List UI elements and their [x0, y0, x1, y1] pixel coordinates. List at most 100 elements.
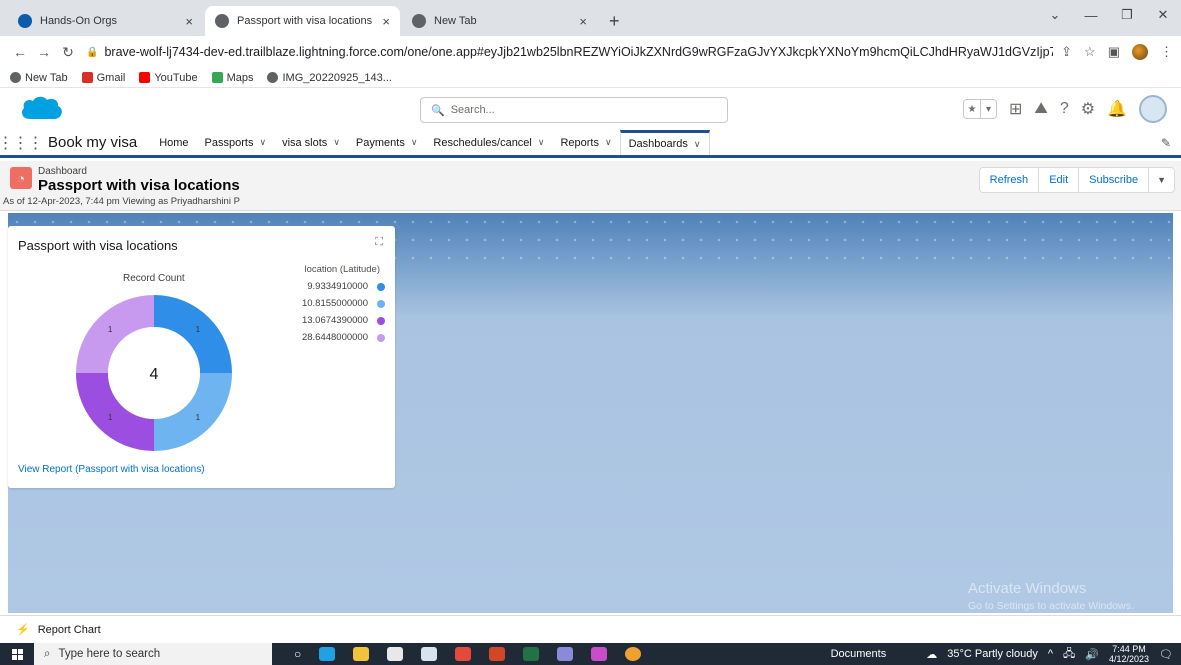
- excel-icon[interactable]: [523, 647, 540, 661]
- bookmark-star-icon[interactable]: ☆: [1084, 44, 1096, 60]
- notifications-bell-icon[interactable]: 🔔: [1107, 99, 1127, 119]
- documents-toolbar[interactable]: Documents: [831, 648, 887, 660]
- slice-value-label: 1: [108, 325, 113, 334]
- lightning-bolt-icon: ⚡: [16, 624, 30, 636]
- tray-chevron-icon[interactable]: ^: [1048, 648, 1053, 660]
- nav-item-home[interactable]: Home: [151, 130, 196, 155]
- app-name: Book my visa: [48, 134, 138, 151]
- more-actions-chevron-icon[interactable]: ▼: [1148, 168, 1174, 192]
- back-icon[interactable]: ←: [8, 44, 32, 60]
- close-tab-icon[interactable]: ×: [579, 14, 587, 29]
- legend-item[interactable]: 28.6448000000: [288, 329, 385, 346]
- global-search-input[interactable]: 🔍 Search...: [420, 97, 728, 123]
- browser-tab-hands-on-orgs[interactable]: Hands-On Orgs ×: [8, 6, 203, 36]
- user-avatar[interactable]: [1139, 95, 1167, 123]
- donut-chart[interactable]: 4 1 1 1 1: [74, 293, 234, 453]
- legend-item[interactable]: 9.9334910000: [288, 278, 385, 295]
- nav-item-payments[interactable]: Payments ∨: [348, 130, 426, 155]
- bookmark-img[interactable]: IMG_20220925_143...: [267, 72, 392, 84]
- bookmark-gmail[interactable]: Gmail: [81, 72, 125, 84]
- cortana-icon[interactable]: ○: [294, 647, 301, 661]
- global-actions-icon[interactable]: ⊞: [1009, 99, 1022, 119]
- nav-item-passports[interactable]: Passports ∨: [197, 130, 275, 155]
- app-icon[interactable]: [625, 647, 642, 661]
- favorites-menu-icon[interactable]: ▾: [979, 100, 996, 118]
- report-chart-utility[interactable]: Report Chart: [38, 624, 101, 636]
- refresh-button[interactable]: Refresh: [980, 168, 1039, 192]
- bookmark-youtube[interactable]: YouTube: [139, 72, 198, 84]
- nav-item-reschedules[interactable]: Reschedules/cancel ∨: [425, 130, 552, 155]
- taskbar-clock[interactable]: 7:44 PM 4/12/2023: [1109, 644, 1149, 664]
- maximize-button[interactable]: ❐: [1109, 7, 1145, 23]
- legend-item[interactable]: 10.8155000000: [288, 295, 385, 312]
- chevron-down-icon[interactable]: ∨: [259, 137, 266, 148]
- chevron-down-icon[interactable]: ∨: [538, 137, 545, 148]
- globe-icon: [10, 72, 21, 83]
- widget-title: Passport with visa locations: [18, 238, 178, 253]
- dashboard-meta: As of 12-Apr-2023, 7:44 pm Viewing as Pr…: [3, 196, 240, 207]
- edit-nav-pencil-icon[interactable]: ✎: [1161, 130, 1181, 155]
- taskbar-search-input[interactable]: ⌕ Type here to search: [34, 643, 272, 665]
- legend-item[interactable]: 13.0674390000: [288, 312, 385, 329]
- new-tab-button[interactable]: +: [599, 6, 630, 36]
- profile-avatar[interactable]: [1132, 44, 1148, 60]
- expand-icon[interactable]: ⛶: [375, 236, 383, 249]
- help-icon[interactable]: ?: [1060, 100, 1069, 118]
- search-icon: 🔍: [431, 104, 445, 117]
- tab-title: Passport with visa locations | Sale: [237, 15, 376, 27]
- url-bar[interactable]: 🔒 brave-wolf-lj7434-dev-ed.trailblaze.li…: [86, 40, 1053, 64]
- volume-icon[interactable]: 🔊: [1085, 648, 1099, 661]
- legend-label: 10.8155000000: [301, 298, 368, 309]
- edge-icon[interactable]: [319, 647, 336, 661]
- minimize-button[interactable]: —: [1073, 8, 1109, 23]
- nav-item-dashboards[interactable]: Dashboards ∨: [619, 130, 710, 155]
- view-report-link[interactable]: View Report (Passport with visa location…: [18, 464, 205, 475]
- browser-tab-dashboard[interactable]: Passport with visa locations | Sale ×: [205, 6, 400, 36]
- file-explorer-icon[interactable]: [353, 647, 370, 661]
- bookmark-new-tab[interactable]: New Tab: [10, 72, 68, 84]
- close-window-button[interactable]: ✕: [1145, 7, 1181, 23]
- chevron-down-icon[interactable]: ∨: [411, 137, 418, 148]
- address-row: ← → ↻ 🔒 brave-wolf-lj7434-dev-ed.trailbl…: [0, 36, 1181, 68]
- bookmark-maps[interactable]: Maps: [211, 72, 253, 84]
- chevron-down-icon[interactable]: ∨: [333, 137, 340, 148]
- network-icon[interactable]: 🖧: [1063, 645, 1075, 664]
- close-tab-icon[interactable]: ×: [185, 14, 193, 29]
- url-text: brave-wolf-lj7434-dev-ed.trailblaze.ligh…: [104, 45, 1054, 59]
- favorite-star-icon[interactable]: ★: [964, 100, 980, 118]
- lock-icon: 🔒: [86, 46, 99, 58]
- forward-icon[interactable]: →: [32, 44, 56, 60]
- windows-start-icon[interactable]: [0, 648, 34, 660]
- subscribe-button[interactable]: Subscribe: [1078, 168, 1148, 192]
- trailhead-guidance-icon[interactable]: ⛰: [1034, 100, 1047, 118]
- chart-title: Record Count: [123, 273, 185, 284]
- chevron-down-icon[interactable]: ∨: [605, 137, 612, 148]
- legend-label: 28.6448000000: [301, 332, 368, 343]
- menu-kebab-icon[interactable]: ⋮: [1160, 44, 1173, 60]
- browser-tab-new-tab[interactable]: New Tab ×: [402, 6, 597, 36]
- nav-item-reports[interactable]: Reports ∨: [552, 130, 619, 155]
- mail-icon[interactable]: [421, 647, 438, 661]
- tab-search-icon[interactable]: ⌄: [1037, 7, 1073, 23]
- close-tab-icon[interactable]: ×: [382, 14, 390, 29]
- store-icon[interactable]: [387, 647, 404, 661]
- share-icon[interactable]: ⇪: [1061, 44, 1072, 60]
- weather-text[interactable]: 35°C Partly cloudy: [947, 648, 1038, 660]
- onenote-icon[interactable]: [557, 647, 574, 661]
- salesforce-logo[interactable]: [18, 94, 64, 124]
- reload-icon[interactable]: ↻: [56, 44, 80, 61]
- setup-gear-icon[interactable]: ⚙: [1081, 99, 1095, 119]
- app-navigation: ⋮⋮⋮ Book my visa Home Passports ∨ visa sl…: [0, 130, 1181, 158]
- bookmarks-bar: New Tab Gmail YouTube Maps IMG_20220925_…: [0, 68, 1181, 88]
- chrome-taskbar-icon[interactable]: [455, 647, 472, 661]
- chevron-down-icon[interactable]: ∨: [694, 139, 701, 150]
- powerpoint-icon[interactable]: [489, 647, 506, 661]
- sidepanel-icon[interactable]: ▣: [1108, 44, 1120, 60]
- legend-label: 13.0674390000: [301, 315, 368, 326]
- paint-icon[interactable]: [591, 647, 608, 661]
- notifications-icon[interactable]: 🗨: [1159, 648, 1173, 661]
- app-launcher-icon[interactable]: ⋮⋮⋮: [0, 130, 44, 155]
- window-controls: ⌄ — ❐ ✕: [1037, 0, 1181, 30]
- edit-button[interactable]: Edit: [1038, 168, 1078, 192]
- nav-item-visa-slots[interactable]: visa slots ∨: [274, 130, 348, 155]
